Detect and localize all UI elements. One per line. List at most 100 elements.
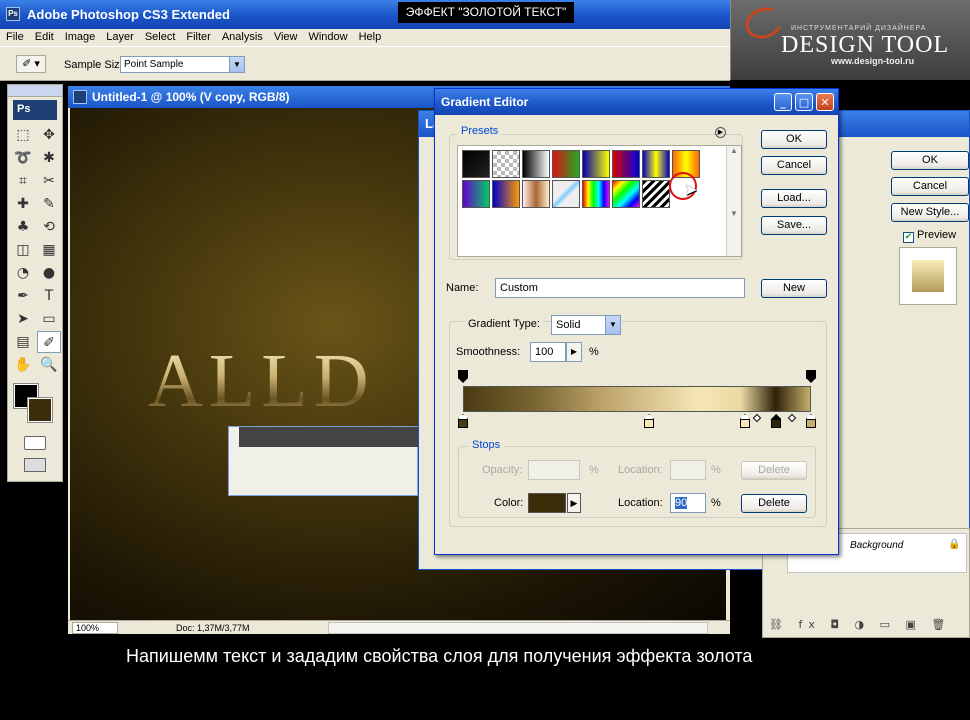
gradient-preset-swatch[interactable] bbox=[642, 150, 670, 178]
presets-label: Presets bbox=[457, 125, 503, 137]
doc-info[interactable]: Doc: 1,37M/3,77M bbox=[176, 622, 250, 634]
gradient-preset-swatch[interactable] bbox=[492, 150, 520, 178]
gradient-icon[interactable]: ▦ bbox=[37, 239, 61, 261]
color-location-input[interactable]: 90 bbox=[670, 493, 706, 513]
quick-mask-icon[interactable] bbox=[24, 436, 46, 450]
gradient-preset-swatch[interactable] bbox=[612, 150, 640, 178]
gradient-preview-bar[interactable] bbox=[463, 386, 811, 412]
opacity-location-label: Location: bbox=[618, 464, 663, 476]
menu-select[interactable]: Select bbox=[139, 29, 181, 43]
save-button[interactable]: Save... bbox=[761, 216, 827, 235]
notes-icon[interactable]: ▤ bbox=[11, 331, 35, 353]
chevron-down-icon[interactable]: ▼ bbox=[605, 316, 620, 334]
shape-icon[interactable]: ▭ bbox=[37, 308, 61, 330]
menu-help[interactable]: Help bbox=[353, 29, 387, 43]
eyedropper-icon[interactable]: ✐ bbox=[37, 331, 61, 353]
menu-edit[interactable]: Edit bbox=[29, 29, 59, 43]
menu-image[interactable]: Image bbox=[59, 29, 101, 43]
magic-wand-icon[interactable]: ✱ bbox=[37, 147, 61, 169]
healing-icon[interactable]: ✚ bbox=[11, 193, 35, 215]
load-button[interactable]: Load... bbox=[761, 189, 827, 208]
gradient-preset-swatch[interactable] bbox=[492, 180, 520, 208]
menu-filter[interactable]: Filter bbox=[180, 29, 215, 43]
sample-size-select[interactable]: Point Sample ▼ bbox=[120, 56, 245, 73]
color-stop[interactable] bbox=[806, 414, 816, 428]
stamp-icon[interactable]: ♣ bbox=[11, 216, 35, 238]
opacity-location-input[interactable] bbox=[670, 460, 706, 480]
tools-panel-header[interactable] bbox=[8, 85, 62, 97]
menu-view[interactable]: View bbox=[268, 29, 303, 43]
brush-icon[interactable]: ✎ bbox=[37, 193, 61, 215]
dialog-fragment bbox=[228, 426, 419, 496]
history-brush-icon[interactable]: ⟲ bbox=[37, 216, 61, 238]
dialog-minimize-button[interactable]: _ bbox=[774, 93, 792, 111]
gradient-preset-swatch[interactable] bbox=[462, 150, 490, 178]
color-stop-cap bbox=[458, 414, 468, 419]
slice-icon[interactable]: ✂ bbox=[37, 170, 61, 192]
marquee-icon[interactable]: ⬚ bbox=[11, 124, 35, 146]
horizontal-scrollbar[interactable] bbox=[328, 622, 708, 634]
eyedropper-preset-icon[interactable]: ✐ ▾ bbox=[16, 55, 46, 73]
zoom-field[interactable]: 100% bbox=[72, 622, 118, 634]
eraser-icon[interactable]: ◫ bbox=[11, 239, 35, 261]
opacity-stop-left[interactable] bbox=[458, 370, 468, 384]
presets-menu-icon[interactable]: ▶ bbox=[715, 127, 726, 138]
document-icon bbox=[73, 90, 87, 104]
color-menu-arrow-icon[interactable]: ▶ bbox=[567, 493, 581, 513]
new-style-button[interactable]: New Style... bbox=[891, 203, 969, 222]
blur-icon[interactable]: ◔ bbox=[11, 262, 35, 284]
cancel-button[interactable]: Cancel bbox=[761, 156, 827, 175]
layer-style-cancel-button[interactable]: Cancel bbox=[891, 177, 969, 196]
move-icon[interactable]: ✥ bbox=[37, 124, 61, 146]
gradient-preset-swatch[interactable] bbox=[522, 180, 550, 208]
menu-window[interactable]: Window bbox=[302, 29, 352, 43]
chevron-down-icon[interactable]: ▼ bbox=[229, 57, 244, 72]
color-stop[interactable] bbox=[771, 414, 782, 428]
crop-icon[interactable]: ⌗ bbox=[11, 170, 35, 192]
gradient-preset-swatch[interactable] bbox=[522, 150, 550, 178]
smoothness-input[interactable]: 100 bbox=[530, 342, 566, 362]
gradient-preset-swatch[interactable] bbox=[642, 180, 670, 208]
menu-analysis[interactable]: Analysis bbox=[216, 29, 268, 43]
dialog-maximize-button[interactable]: □ bbox=[795, 93, 813, 111]
lasso-icon[interactable]: ➰ bbox=[11, 147, 35, 169]
gradient-preset-swatch[interactable] bbox=[462, 180, 490, 208]
opacity-input[interactable] bbox=[528, 460, 580, 480]
layer-style-ok-button[interactable]: OK bbox=[891, 151, 969, 170]
gradient-preset-swatch[interactable] bbox=[552, 150, 580, 178]
menu-layer[interactable]: Layer bbox=[100, 29, 139, 43]
opacity-delete-button[interactable]: Delete bbox=[741, 461, 807, 480]
gradient-preset-swatch[interactable] bbox=[582, 150, 610, 178]
layer-name: Background bbox=[850, 540, 904, 551]
gradient-preset-swatch[interactable] bbox=[612, 180, 640, 208]
name-input[interactable]: Custom bbox=[495, 278, 745, 298]
color-stop[interactable] bbox=[458, 414, 468, 428]
ok-button[interactable]: OK bbox=[761, 130, 827, 149]
type-icon[interactable]: T bbox=[37, 285, 61, 307]
color-stop[interactable] bbox=[644, 414, 655, 428]
layer-actions[interactable]: ⛓ fx ◘ ◑ ▭ ▣ 🗑 bbox=[769, 618, 951, 631]
dialog-close-button[interactable]: ✕ bbox=[816, 93, 834, 111]
smoothness-stepper[interactable]: ▶ bbox=[566, 342, 582, 362]
preview-checkbox[interactable]: ✔ Preview bbox=[903, 229, 956, 243]
background-color-swatch[interactable] bbox=[27, 397, 53, 423]
opacity-stop-right[interactable] bbox=[806, 370, 816, 384]
zoom-icon[interactable]: 🔍 bbox=[37, 354, 61, 376]
pen-icon[interactable]: ✒ bbox=[11, 285, 35, 307]
hand-icon[interactable]: ✋ bbox=[11, 354, 35, 376]
options-bar: ✐ ▾ Sample Size: Point Sample ▼ bbox=[0, 46, 730, 81]
gradient-preset-swatch[interactable] bbox=[552, 180, 580, 208]
color-delete-button[interactable]: Delete bbox=[741, 494, 807, 513]
menu-file[interactable]: File bbox=[0, 29, 29, 43]
path-select-icon[interactable]: ➤ bbox=[11, 308, 35, 330]
presets-scrollbar[interactable]: ▲ ▼ bbox=[726, 146, 741, 256]
dodge-icon[interactable]: ● bbox=[37, 262, 61, 284]
gradient-type-select[interactable]: Solid ▼ bbox=[551, 315, 621, 335]
color-stop-cap bbox=[771, 414, 782, 419]
stop-color-swatch[interactable] bbox=[528, 493, 566, 513]
gradient-preset-swatch[interactable] bbox=[582, 180, 610, 208]
screen-mode-icon[interactable] bbox=[24, 458, 46, 472]
color-stop[interactable] bbox=[739, 414, 750, 428]
mouse-cursor-icon: ➤ bbox=[684, 180, 698, 199]
new-button[interactable]: New bbox=[761, 279, 827, 298]
